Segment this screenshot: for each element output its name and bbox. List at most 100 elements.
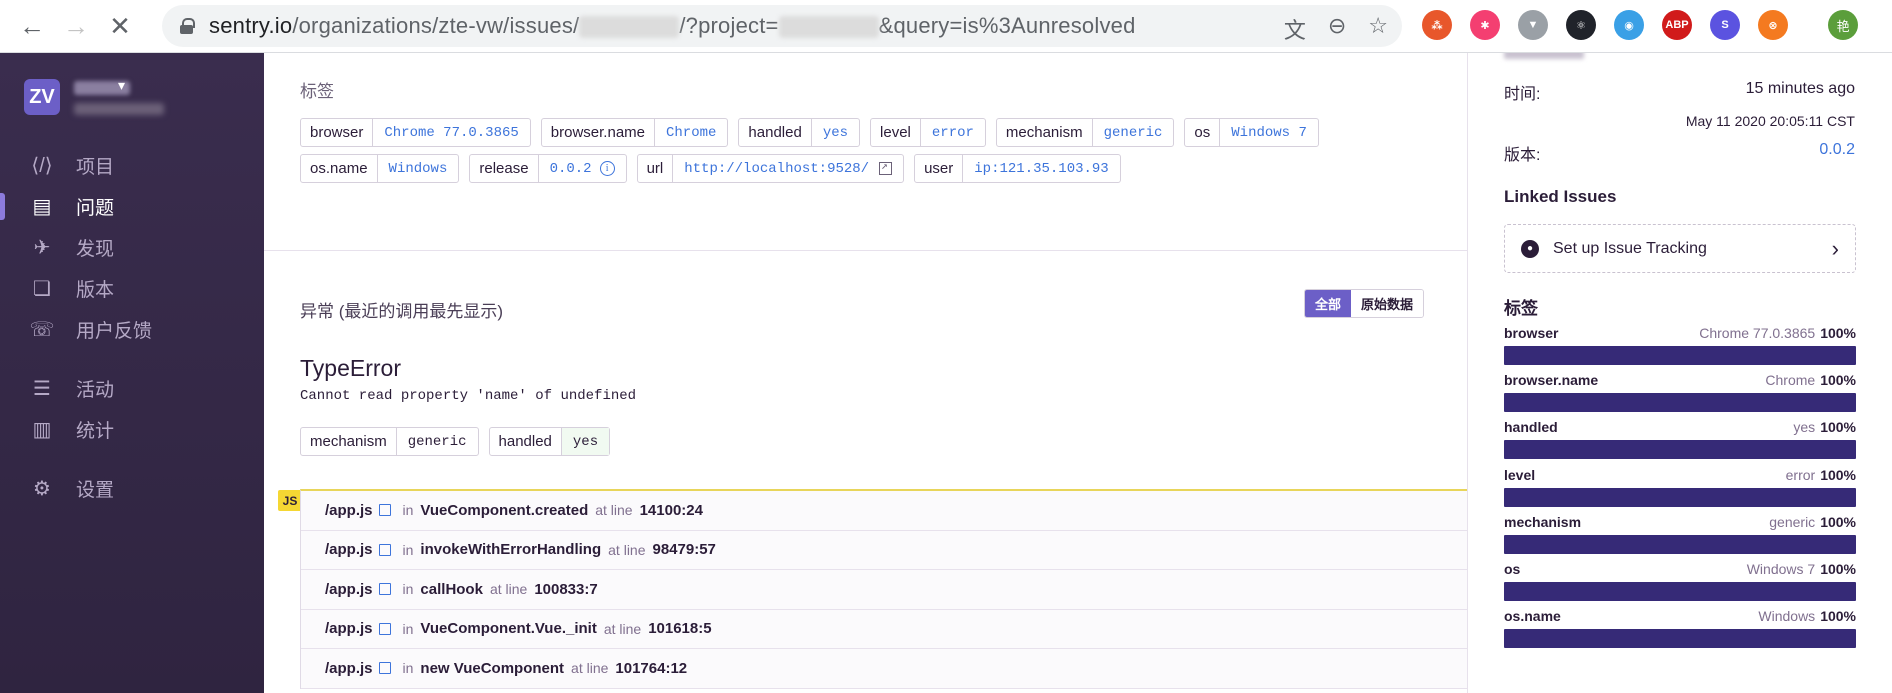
tag-value[interactable]: Windows 7 (1220, 119, 1318, 146)
tag-value[interactable]: Chrome 77.0.3865 (373, 119, 529, 146)
tag-pill-mechanism[interactable]: mechanism generic (995, 118, 1175, 147)
tag-stat-bar[interactable] (1504, 582, 1856, 601)
tag-pill-level[interactable]: level error (870, 118, 986, 147)
mechanism-row: mechanism generic handled yes (300, 427, 611, 456)
sidebar-item-1[interactable]: ▤ 问题 (0, 186, 264, 227)
sidebar-item-6[interactable]: ▥ 统计 (0, 409, 264, 450)
org-avatar[interactable]: ZV (24, 79, 60, 115)
stop-loading-icon[interactable]: ✕ (100, 6, 140, 46)
open-link-icon[interactable] (879, 159, 893, 175)
tag-stat-name: level (1504, 466, 1536, 483)
tag-stat-os-name[interactable]: os.name Windows 100% (1504, 608, 1856, 649)
open-source-icon[interactable] (378, 622, 391, 635)
sidebar-item-0[interactable]: ⟨/⟩ 项目 (0, 145, 264, 186)
abp-ext-icon[interactable]: ABP (1662, 10, 1692, 40)
orange-ext-icon[interactable]: ⊗ (1758, 10, 1788, 40)
zoom-icon[interactable]: ⊖ (1328, 13, 1346, 45)
chevron-down-icon[interactable]: ▾ (118, 77, 125, 94)
back-icon[interactable]: ← (12, 6, 52, 46)
tag-stat-bar[interactable] (1504, 629, 1856, 649)
tag-stat-handled[interactable]: handled yes 100% (1504, 419, 1856, 460)
tag-stat-bar[interactable] (1504, 534, 1856, 554)
tag-value[interactable]: generic (397, 428, 478, 455)
tag-pill-handled[interactable]: handled yes (738, 118, 861, 147)
sidebar-item-7[interactable]: ⚙ 设置 (0, 468, 264, 509)
open-source-icon[interactable] (378, 543, 391, 556)
tag-stat-mechanism[interactable]: mechanism generic 100% (1504, 514, 1856, 554)
tag-pill-handled[interactable]: handled yes (488, 427, 611, 456)
react-ext-icon[interactable]: ⚛ (1566, 10, 1596, 40)
toggle-all-button[interactable]: 全部 (1305, 290, 1352, 317)
toggle-raw-button[interactable]: 原始数据 (1351, 290, 1424, 317)
tag-pill-release[interactable]: release 0.0.2 i (469, 154, 627, 183)
tag-key: level (871, 119, 921, 146)
tag-pill-os-name[interactable]: os.name Windows (300, 154, 460, 183)
tag-pill-browser[interactable]: browser Chrome 77.0.3865 (300, 118, 531, 147)
info-icon[interactable]: i (599, 161, 615, 176)
tag-stat-name: mechanism (1504, 513, 1582, 530)
sidebar-item-4[interactable]: ☏ 用户反馈 (0, 309, 264, 350)
sidebar: ZV ▾ ⟨/⟩ 项目 ▤ 问题 ✈ 发现 ❏ 版本 ☏ 用户反馈 ☰ 活动 ▥ 统计 ⚙ 设置 (0, 53, 264, 693)
stack-frame[interactable]: /app.js in callHook at line 100833:7 (301, 570, 1467, 610)
tag-stat-level[interactable]: level error 100% (1504, 467, 1856, 507)
tags-section-title: 标签 (300, 82, 334, 101)
tag-value[interactable]: error (921, 119, 985, 146)
stack-frame[interactable]: /app.js in new VueComponent at line 101764:1… (301, 649, 1467, 689)
sidebar-item-3[interactable]: ❏ 版本 (0, 268, 264, 309)
tag-value[interactable]: Windows (378, 155, 459, 182)
tags-row: os.name Windows release 0.0.2 i url http://loc… (300, 154, 1121, 183)
tag-value[interactable]: yes (812, 119, 859, 146)
tag-pill-mechanism[interactable]: mechanism generic (300, 427, 479, 456)
tag-stat-name: os.name (1504, 608, 1561, 625)
frame-in-word: in (402, 581, 414, 598)
org-subtitle-redacted (74, 103, 164, 115)
bookmark-star-icon[interactable]: ☆ (1368, 13, 1388, 45)
frame-file: /app.js (325, 580, 373, 598)
tag-value[interactable]: yes (561, 428, 610, 455)
tag-value[interactable]: ip:121.35.103.93 (963, 155, 1119, 182)
stack-frame[interactable]: /app.js in VueComponent.created at line 1410… (301, 491, 1467, 531)
tag-key: user (915, 155, 964, 182)
tag-stat-bar[interactable] (1504, 440, 1856, 460)
tag-stat-browser-name[interactable]: browser.name Chrome 100% (1504, 372, 1856, 413)
tag-stat-bar[interactable] (1504, 487, 1856, 507)
open-source-icon[interactable] (378, 504, 391, 517)
tag-stat-name: browser.name (1504, 372, 1599, 389)
version-row: 版本: 0.0.2 (1504, 141, 1855, 165)
tag-pill-url[interactable]: url http://localhost:9528/ (636, 154, 905, 183)
pinwheel-ext-icon[interactable]: ✱ (1470, 10, 1500, 40)
vue-ext-icon[interactable]: ▼ (1518, 10, 1548, 40)
sidebar-item-2[interactable]: ✈ 发现 (0, 227, 264, 268)
tag-stat-bar[interactable] (1504, 393, 1856, 413)
tag-value[interactable]: generic (1093, 119, 1174, 146)
frame-at-line-word: at line (608, 541, 646, 558)
forward-icon[interactable]: → (56, 6, 96, 46)
version-label: 版本: (1504, 147, 1541, 164)
graph-ext-icon[interactable]: ⁂ (1422, 10, 1452, 40)
address-bar[interactable]: sentry.io/organizations/zte-vw/issues//?… (162, 5, 1402, 47)
open-source-icon[interactable] (378, 662, 391, 675)
tag-value[interactable]: 0.0.2 i (539, 155, 626, 182)
open-source-icon[interactable] (378, 583, 391, 596)
setup-issue-tracking-button[interactable]: ● Set up Issue Tracking › (1504, 224, 1856, 273)
tag-pill-os[interactable]: os Windows 7 (1184, 118, 1319, 147)
s-ext-icon[interactable]: S (1710, 10, 1740, 40)
stack-frame[interactable]: /app.js in VueComponent.Vue._init at line 10… (301, 609, 1467, 649)
colorful-ext-icon[interactable]: ◉ (1614, 10, 1644, 40)
stack-frame[interactable]: /app.js in invokeWithErrorHandling at line 9… (301, 530, 1467, 570)
tag-value[interactable]: Chrome (655, 119, 727, 146)
profile-avatar[interactable]: 艳 (1828, 10, 1858, 40)
frame-file: /app.js (325, 541, 373, 559)
tag-pill-user[interactable]: user ip:121.35.103.93 (914, 154, 1121, 183)
version-link[interactable]: 0.0.2 (1819, 141, 1855, 159)
frame-line: 100833:7 (534, 580, 598, 598)
tag-stat-os[interactable]: os Windows 7 100% (1504, 561, 1856, 601)
sidebar-item-5[interactable]: ☰ 活动 (0, 368, 264, 409)
tag-stat-bar[interactable] (1504, 346, 1856, 365)
tag-pill-browser-name[interactable]: browser.name Chrome (540, 118, 729, 147)
tag-value[interactable]: http://localhost:9528/ (673, 155, 903, 182)
tag-stat-browser[interactable]: browser Chrome 77.0.3865 100% (1504, 325, 1856, 365)
tag-key: mechanism (301, 428, 397, 455)
translate-icon[interactable]: 文 (1284, 13, 1306, 45)
tag-stat-summary: yes 100% (1793, 419, 1856, 439)
